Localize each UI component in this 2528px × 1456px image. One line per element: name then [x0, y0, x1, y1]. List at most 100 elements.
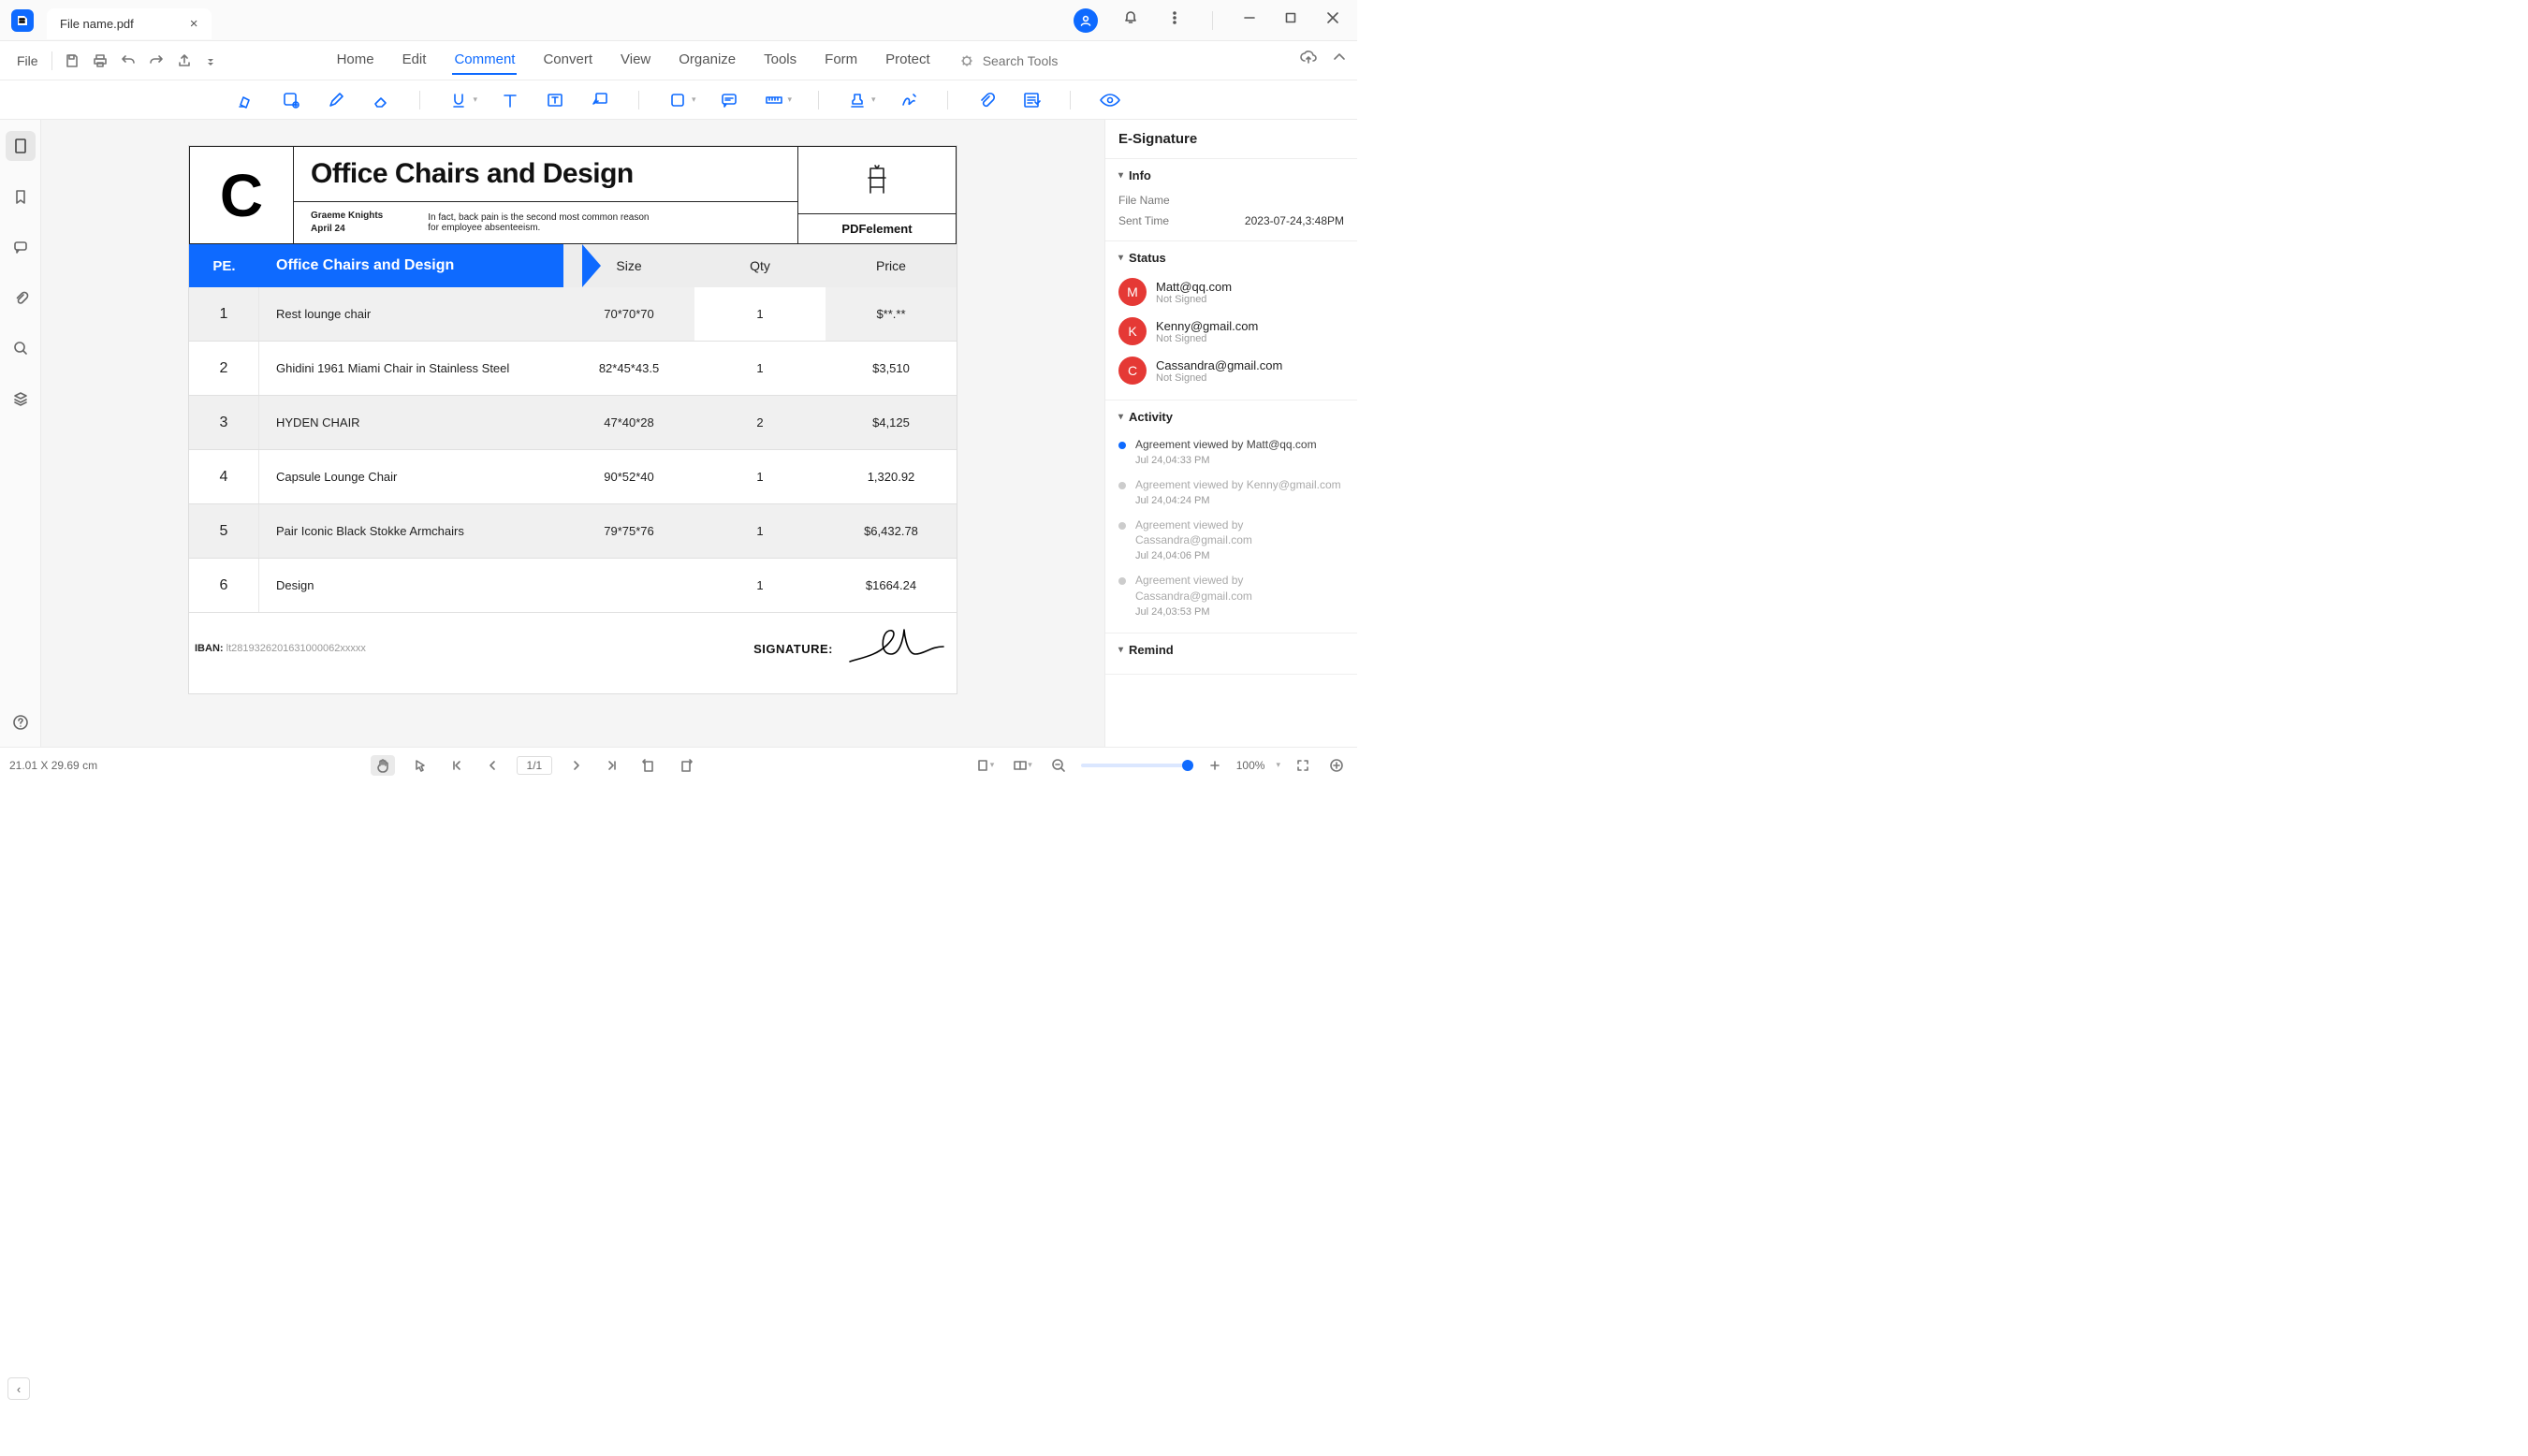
cell-name: Design [259, 559, 563, 612]
collapse-icon[interactable] [1331, 49, 1348, 72]
cell-qty: 1 [694, 559, 826, 612]
menu-form[interactable]: Form [823, 46, 859, 75]
table-row: 5 Pair Iconic Black Stokke Armchairs 79*… [189, 504, 957, 559]
activity-dot-icon [1118, 442, 1126, 449]
undo-icon[interactable] [114, 49, 142, 73]
cell-qty: 1 [694, 450, 826, 503]
zoom-in-icon[interactable] [1205, 757, 1225, 774]
save-icon[interactable] [58, 49, 86, 73]
signer-status: Not Signed [1156, 294, 1232, 305]
shape-icon[interactable] [665, 88, 690, 112]
tab[interactable]: File name.pdf × [47, 8, 212, 39]
iban-value: lt2819326201631000062xxxxx [226, 643, 366, 654]
thumbnails-icon[interactable] [6, 131, 36, 161]
window-minimize-icon[interactable] [1239, 7, 1260, 33]
th-qty: Qty [694, 244, 826, 287]
select-tool-icon[interactable] [408, 755, 432, 776]
workspace: ‹ C Office Chairs and Design Graeme Knig… [0, 120, 1357, 747]
cell-price: $1664.24 [826, 559, 957, 612]
cell-name: Capsule Lounge Chair [259, 450, 563, 503]
signature-icon[interactable] [897, 88, 921, 112]
quick-dropdown-icon[interactable] [198, 51, 223, 71]
comment-toolbar: ▾ ▾ ▾ ▾ [0, 80, 1357, 120]
stamp-icon[interactable] [845, 88, 869, 112]
doc-brand: PDFelement [841, 214, 912, 243]
activity-text: Agreement viewed by Cassandra@gmail.com [1135, 573, 1344, 604]
help-icon[interactable] [6, 707, 36, 737]
redo-icon[interactable] [142, 49, 170, 73]
cell-price: $3,510 [826, 342, 957, 395]
rotate-left-icon[interactable] [636, 755, 661, 776]
reading-mode-icon[interactable]: ▾ [1009, 756, 1036, 775]
menu-tools[interactable]: Tools [762, 46, 798, 75]
comment-bubble-icon[interactable] [717, 88, 741, 112]
prev-page-icon[interactable] [481, 756, 504, 775]
fit-screen-icon[interactable] [1292, 756, 1314, 775]
comments-icon[interactable] [6, 232, 36, 262]
cell-qty: 1 [694, 287, 826, 341]
search-tools[interactable] [958, 52, 1095, 69]
menu-view[interactable]: View [619, 46, 652, 75]
bookmark-icon[interactable] [6, 182, 36, 211]
section-status: Status M Matt@qq.com Not Signed K Kenny@… [1105, 241, 1357, 400]
cell-idx: 4 [189, 450, 259, 503]
more-icon[interactable] [1163, 7, 1186, 34]
iban-label: IBAN: [195, 643, 224, 654]
th-name: Office Chairs and Design [259, 244, 563, 287]
bell-icon[interactable] [1118, 6, 1143, 35]
callout-icon[interactable] [588, 88, 612, 112]
highlight-icon[interactable] [234, 88, 258, 112]
info-heading[interactable]: Info [1118, 168, 1344, 182]
menu-protect[interactable]: Protect [884, 46, 932, 75]
note-icon[interactable] [279, 88, 303, 112]
canvas[interactable]: C Office Chairs and Design Graeme Knight… [41, 120, 1104, 747]
share-icon[interactable] [170, 49, 198, 73]
attachment-icon[interactable] [974, 88, 999, 112]
menu-edit[interactable]: Edit [401, 46, 429, 75]
activity-heading[interactable]: Activity [1118, 410, 1344, 424]
menu-organize[interactable]: Organize [677, 46, 738, 75]
search-icon[interactable] [6, 333, 36, 363]
underline-icon[interactable] [446, 88, 471, 112]
cloud-upload-icon[interactable] [1299, 49, 1318, 72]
page-layout-icon[interactable]: ▾ [972, 756, 999, 775]
eraser-icon[interactable] [369, 88, 393, 112]
textbox-icon[interactable] [543, 88, 567, 112]
print-icon[interactable] [86, 49, 114, 73]
measure-icon[interactable] [762, 88, 786, 112]
page-number[interactable]: 1/1 [517, 756, 553, 775]
menu-comment[interactable]: Comment [452, 46, 517, 75]
cell-qty: 1 [694, 504, 826, 558]
tab-close-icon[interactable]: × [190, 16, 198, 32]
page-dimensions: 21.01 X 29.69 cm [9, 759, 97, 772]
status-heading[interactable]: Status [1118, 251, 1344, 265]
zoom-level: 100% [1236, 759, 1265, 772]
text-icon[interactable] [498, 88, 522, 112]
signer-row[interactable]: C Cassandra@gmail.com Not Signed [1118, 351, 1344, 390]
menu-file[interactable]: File [9, 50, 46, 72]
checklist-icon[interactable] [1019, 88, 1044, 112]
signer-row[interactable]: M Matt@qq.com Not Signed [1118, 272, 1344, 312]
user-avatar-icon[interactable] [1074, 8, 1098, 33]
hand-tool-icon[interactable] [371, 755, 395, 776]
zoom-out-icon[interactable] [1047, 756, 1070, 775]
zoom-dropdown-icon[interactable]: ▾ [1276, 760, 1280, 770]
cell-price: $**.** [826, 287, 957, 341]
zoom-slider[interactable] [1081, 764, 1193, 767]
pencil-icon[interactable] [324, 88, 348, 112]
menu-home[interactable]: Home [335, 46, 376, 75]
remind-heading[interactable]: Remind [1118, 643, 1344, 657]
last-page-icon[interactable] [601, 756, 623, 775]
signer-row[interactable]: K Kenny@gmail.com Not Signed [1118, 312, 1344, 351]
attachments-icon[interactable] [6, 283, 36, 313]
rotate-right-icon[interactable] [674, 755, 698, 776]
fit-width-icon[interactable] [1325, 756, 1348, 775]
next-page-icon[interactable] [565, 756, 588, 775]
window-maximize-icon[interactable] [1280, 7, 1301, 33]
search-input[interactable] [983, 53, 1095, 68]
layers-icon[interactable] [6, 384, 36, 414]
menu-convert[interactable]: Convert [541, 46, 594, 75]
eye-icon[interactable] [1097, 88, 1123, 112]
first-page-icon[interactable] [446, 756, 468, 775]
window-close-icon[interactable] [1322, 6, 1344, 35]
